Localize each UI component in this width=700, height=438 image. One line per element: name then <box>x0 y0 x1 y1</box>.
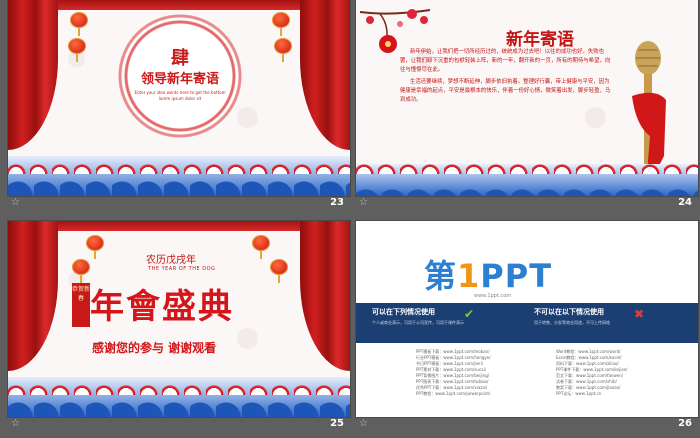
slide-25-canvas[interactable]: 农历戊戌年 THE YEAR OF THE DOG 恭贺新春 年會盛典 感谢您的… <box>8 221 350 417</box>
medal-frame: 肆 领导新年寄语 Enter your idea words here to g… <box>118 14 242 138</box>
logo-ppt: PPT <box>480 257 553 295</box>
lantern-icon <box>274 38 292 62</box>
slide-number: 24 <box>678 197 692 208</box>
slide-26-canvas[interactable]: 第1PPT www.1ppt.com 可以在下列情况使用 个人或商业演示，可用于… <box>356 221 698 417</box>
usage-terms-bar: 可以在下列情况使用 个人或商业演示，可用于公司宣传，可用于课件演示 ✔ 不可以在… <box>356 303 698 343</box>
curtain-valance <box>8 0 350 10</box>
waves-decoration <box>8 377 350 417</box>
waves-decoration <box>8 156 350 196</box>
brand-logo: 第1PPT <box>424 251 552 297</box>
curtain-valance <box>8 221 350 231</box>
lunar-year-title: 农历戊戌年 <box>146 255 196 266</box>
link-text[interactable]: PPT教程：www.1ppt.com/powerpoint/ <box>416 391 546 397</box>
slide-24-footer: ☆ 24 <box>356 196 698 213</box>
slide-number: 23 <box>330 197 344 208</box>
paragraph: 生活还要继续，梦想不断延伸，脚步依旧执着。整理好行囊，带上健康与平安，因为健康是… <box>400 79 611 103</box>
lantern-icon <box>70 12 88 36</box>
link-text[interactable]: PPT论坛：www.1ppt.cn <box>556 391 686 397</box>
lantern-icon <box>272 12 290 36</box>
allowed-description: 个人或商业演示，可用于公司宣传，可用于课件演示 <box>372 320 464 325</box>
links-left: PPT模板下载：www.1ppt.com/moban/ 行业PPT模板：www.… <box>416 349 546 397</box>
slide-25-thumbnail[interactable]: 农历戊戌年 THE YEAR OF THE DOG 恭贺新春 年會盛典 感谢您的… <box>8 221 350 434</box>
forbidden-title: 不可以在以下情况使用 <box>534 308 604 316</box>
main-title: 年會盛典 <box>90 287 234 327</box>
slide-body-text: 新年伊始，让我们把一切所经历过的，统统成为过去吧！以往的成功也好，失败也罢，让我… <box>400 48 614 108</box>
logo-char: 第 <box>424 257 458 295</box>
year-subtitle: THE YEAR OF THE DOG <box>148 266 216 272</box>
logo-one: 1 <box>457 257 481 295</box>
slide-24-canvas[interactable]: 新年寄语 新年伊始，让我们把一切所经历过的，统统成为过去吧！以往的成功也好，失败… <box>356 0 698 196</box>
allowed-column: 可以在下列情况使用 个人或商业演示，可用于公司宣传，可用于课件演示 ✔ <box>372 307 522 326</box>
medal-caption: Enter your idea words here to get the bo… <box>134 90 226 101</box>
star-icon[interactable]: ☆ <box>359 418 368 429</box>
greeting-seal: 恭贺新春 <box>72 283 90 327</box>
slide-title: 新年寄语 <box>506 30 574 50</box>
lantern-icon <box>252 235 270 259</box>
slide-24-thumbnail[interactable]: 新年寄语 新年伊始，让我们把一切所经历过的，统统成为过去吧！以往的成功也好，失败… <box>356 0 698 213</box>
medal-title: 肆 <box>171 48 189 69</box>
lantern-icon <box>270 259 288 283</box>
slide-23-footer: ☆ 23 <box>8 196 350 213</box>
logo-url: www.1ppt.com <box>474 293 512 299</box>
star-icon[interactable]: ☆ <box>11 418 20 429</box>
thanks-text: 感谢您的参与 谢谢观看 <box>92 341 217 355</box>
lantern-icon <box>72 259 90 283</box>
star-icon[interactable]: ☆ <box>359 197 368 208</box>
waves-decoration <box>356 160 698 196</box>
star-icon[interactable]: ☆ <box>11 197 20 208</box>
lantern-icon <box>86 235 104 259</box>
forbidden-column: 不可以在以下情况使用 用于转售、分发等商业用途，不可上传网络 ✖ <box>534 307 684 326</box>
allowed-title: 可以在下列情况使用 <box>372 308 435 316</box>
medal-subtitle: 领导新年寄语 <box>140 72 219 87</box>
forbidden-description: 用于转售、分发等商业用途，不可上传网络 <box>534 320 610 325</box>
slide-26-thumbnail[interactable]: 第1PPT www.1ppt.com 可以在下列情况使用 个人或商业演示，可用于… <box>356 221 698 434</box>
slide-number: 25 <box>330 418 344 429</box>
slide-number: 26 <box>678 418 692 429</box>
slide-25-footer: ☆ 25 <box>8 417 350 434</box>
slide-26-footer: ☆ 26 <box>356 417 698 434</box>
paragraph: 新年伊始，让我们把一切所经历过的，统统成为过去吧！以往的成功也好，失败也罢，让我… <box>400 49 611 73</box>
slide-23-canvas[interactable]: 肆 领导新年寄语 Enter your idea words here to g… <box>8 0 350 196</box>
cross-icon: ✖ <box>634 307 645 321</box>
lantern-icon <box>68 38 86 62</box>
slide-23-thumbnail[interactable]: 肆 领导新年寄语 Enter your idea words here to g… <box>8 0 350 213</box>
links-right: Word教程：www.1ppt.com/word/ Excel教程：www.1p… <box>556 349 686 397</box>
check-icon: ✔ <box>464 307 475 321</box>
